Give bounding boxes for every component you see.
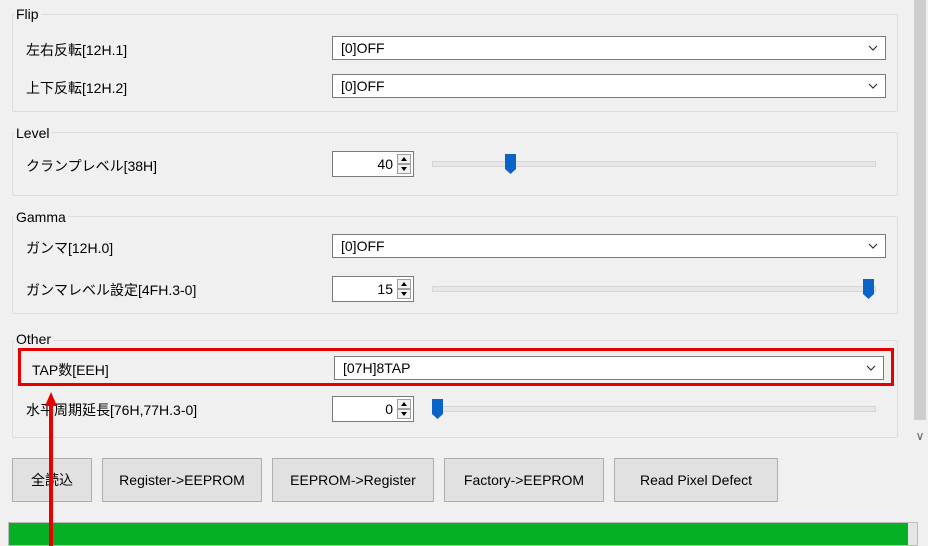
gamma-label: ガンマ[12H.0] (26, 240, 114, 256)
spin-up-button[interactable] (397, 154, 411, 164)
factory-to-eeprom-button[interactable]: Factory->EEPROM (444, 458, 604, 502)
horizontal-extension-spinner[interactable]: 0 (332, 396, 414, 422)
chevron-down-icon (868, 243, 878, 249)
gamma-level-slider-thumb[interactable] (863, 279, 874, 299)
spin-down-button[interactable] (397, 164, 411, 174)
horizontal-extension-value: 0 (385, 401, 393, 417)
group-other-title: Other (14, 331, 54, 347)
eeprom-to-register-button[interactable]: EEPROM->Register (272, 458, 434, 502)
horizontal-extension-slider-thumb[interactable] (432, 399, 443, 419)
spin-up-button[interactable] (397, 279, 411, 289)
spin-up-down-icon[interactable] (397, 399, 411, 419)
clamp-level-label: クランプレベル[38H] (26, 158, 158, 174)
spin-up-down-icon[interactable] (397, 279, 411, 299)
clamp-level-value: 40 (377, 156, 393, 172)
flip-horizontal-select[interactable]: [0]OFF (332, 36, 886, 60)
flip-vertical-select[interactable]: [0]OFF (332, 74, 886, 98)
chevron-down-icon (868, 45, 878, 51)
gamma-level-value: 15 (377, 281, 393, 297)
gamma-value: [0]OFF (341, 238, 385, 254)
gamma-level-label: ガンマレベル設定[4FH.3-0] (26, 282, 197, 298)
scrollbar-thumb[interactable] (914, 0, 926, 420)
group-level-title: Level (14, 125, 52, 141)
group-gamma-title: Gamma (14, 209, 68, 225)
vertical-scrollbar[interactable]: ∨ (912, 0, 928, 448)
gamma-select[interactable]: [0]OFF (332, 234, 886, 258)
clamp-level-spinner[interactable]: 40 (332, 151, 414, 177)
progress-bar (8, 522, 918, 546)
spin-down-button[interactable] (397, 409, 411, 419)
group-flip-title: Flip (14, 6, 41, 22)
gamma-level-spinner[interactable]: 15 (332, 276, 414, 302)
read-pixel-defect-button[interactable]: Read Pixel Defect (614, 458, 778, 502)
spin-up-down-icon[interactable] (397, 154, 411, 174)
progress-fill (9, 523, 908, 545)
register-to-eeprom-button[interactable]: Register->EEPROM (102, 458, 262, 502)
flip-vertical-value: [0]OFF (341, 78, 385, 94)
spin-up-button[interactable] (397, 399, 411, 409)
flip-vertical-label: 上下反転[12H.2] (26, 80, 128, 96)
arrow-up-icon (45, 392, 57, 546)
gamma-level-slider-track[interactable] (432, 286, 876, 292)
flip-horizontal-label: 左右反転[12H.1] (26, 42, 128, 58)
horizontal-extension-slider-track[interactable] (432, 406, 876, 412)
chevron-down-icon[interactable]: ∨ (912, 426, 928, 446)
clamp-level-slider-track[interactable] (432, 161, 876, 167)
spin-down-button[interactable] (397, 289, 411, 299)
chevron-down-icon (868, 83, 878, 89)
clamp-level-slider-thumb[interactable] (505, 154, 517, 174)
flip-horizontal-value: [0]OFF (341, 40, 385, 56)
highlight-box (18, 348, 894, 386)
